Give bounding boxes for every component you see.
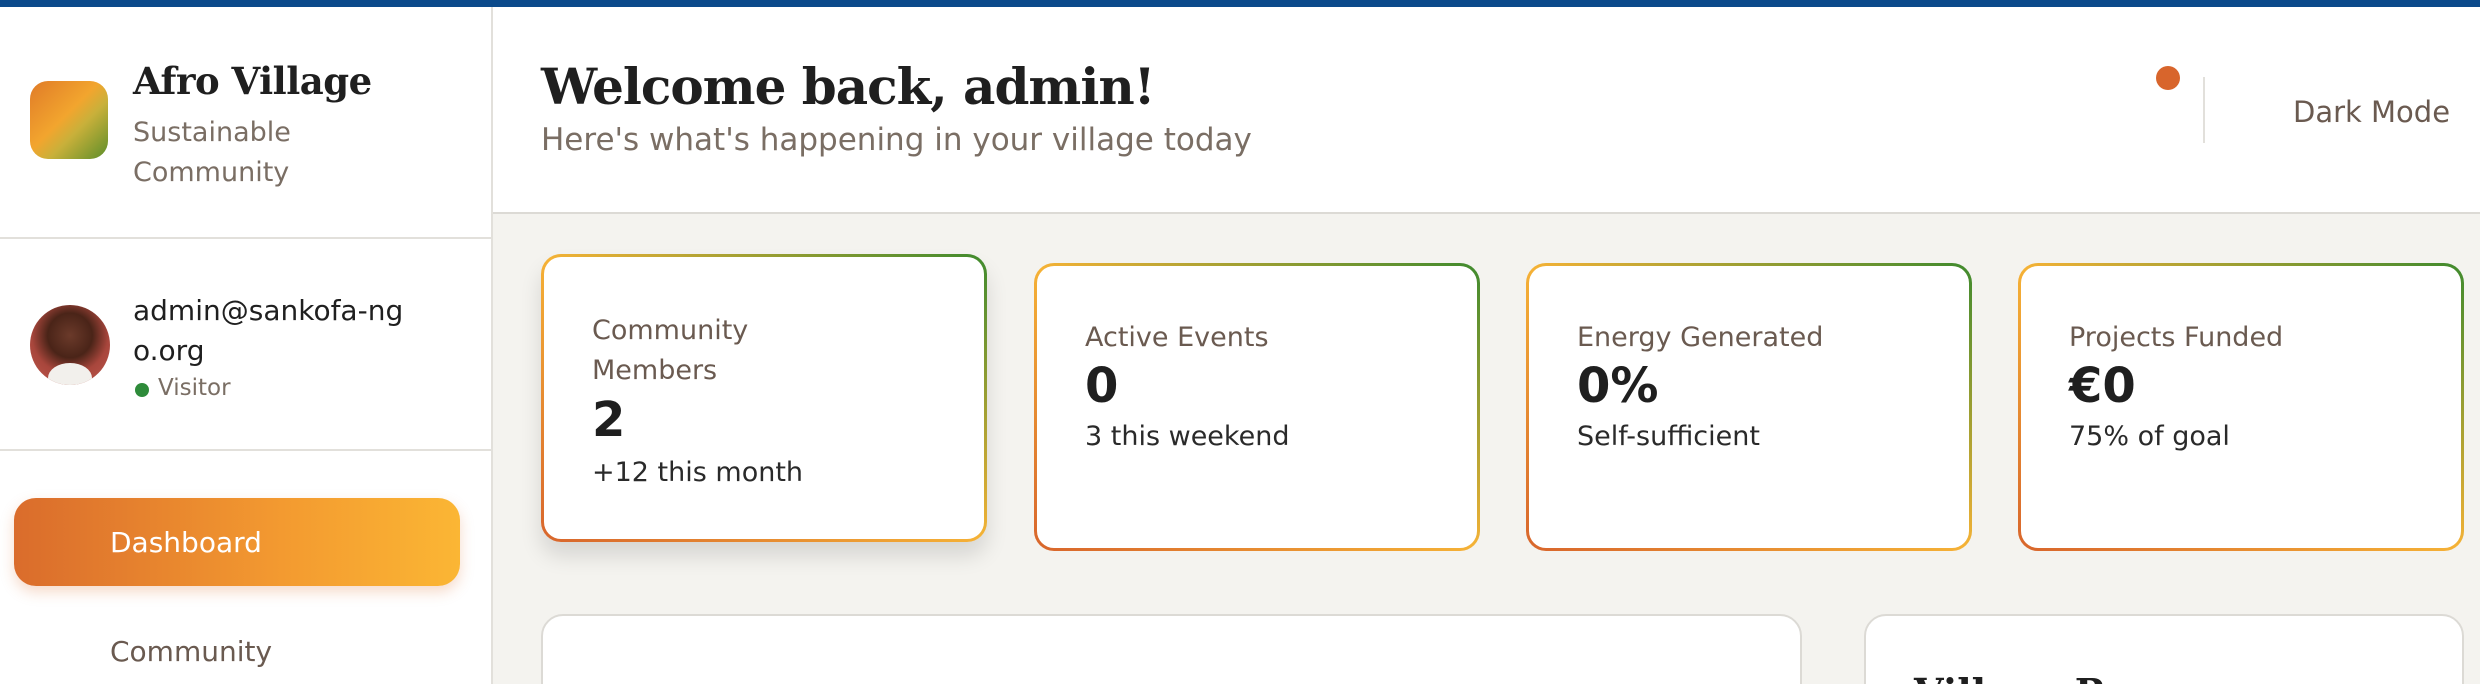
stat-label: Energy Generated xyxy=(1577,322,1824,353)
village-logo-icon[interactable] xyxy=(30,81,108,159)
stat-label: Community Members xyxy=(592,315,749,386)
brand-title: Afro Village xyxy=(133,59,372,103)
stat-card-projects-funded[interactable]: Projects Funded €0 75% of goal xyxy=(2018,263,2464,551)
main-panel xyxy=(541,614,1802,684)
stat-label: Projects Funded xyxy=(2069,322,2284,353)
stat-note: 75% of goal xyxy=(2069,421,2230,452)
sidebar-item-dashboard[interactable]: Dashboard xyxy=(14,498,460,586)
sidebar-item-label: Dashboard xyxy=(110,526,262,559)
user-role: Visitor xyxy=(158,375,231,401)
brand-subtitle: Sustainable Community xyxy=(133,117,291,188)
notification-dot-icon[interactable] xyxy=(2156,66,2180,90)
sidebar: Afro Village Sustainable Community admin… xyxy=(0,7,493,684)
top-strip xyxy=(0,0,2480,7)
stat-label: Active Events xyxy=(1085,322,1269,353)
stat-value: 0% xyxy=(1577,358,1659,414)
page-header: Welcome back, admin! Here's what's happe… xyxy=(493,7,2480,214)
header-divider xyxy=(2203,77,2205,143)
page-subtitle: Here's what's happening in your village … xyxy=(541,122,1252,158)
stat-note: 3 this weekend xyxy=(1085,421,1290,452)
stat-card-active-events[interactable]: Active Events 0 3 this weekend xyxy=(1034,263,1480,551)
status-online-icon xyxy=(135,383,149,397)
avatar[interactable] xyxy=(30,305,110,385)
stat-note: +12 this month xyxy=(592,457,804,488)
stat-value: 0 xyxy=(1085,358,1119,414)
dark-mode-toggle[interactable]: Dark Mode xyxy=(2293,95,2450,129)
user-profile[interactable]: admin@sankofa-ngo.org Visitor xyxy=(0,241,491,451)
stat-note: Self-sufficient xyxy=(1577,421,1760,452)
user-email: admin@sankofa-ngo.org xyxy=(133,294,404,367)
side-panel-title: Village Resources xyxy=(1914,670,2294,684)
side-panel: Village Resources xyxy=(1864,614,2464,684)
page-title: Welcome back, admin! xyxy=(541,57,1156,116)
stat-value: 2 xyxy=(592,392,626,448)
stat-card-energy-generated[interactable]: Energy Generated 0% Self-sufficient xyxy=(1526,263,1972,551)
brand: Afro Village Sustainable Community xyxy=(0,7,491,239)
sidebar-item-community[interactable]: Community xyxy=(110,635,272,668)
stat-value: €0 xyxy=(2069,358,2136,414)
stat-card-community-members[interactable]: Community Members 2 +12 this month xyxy=(541,254,987,542)
